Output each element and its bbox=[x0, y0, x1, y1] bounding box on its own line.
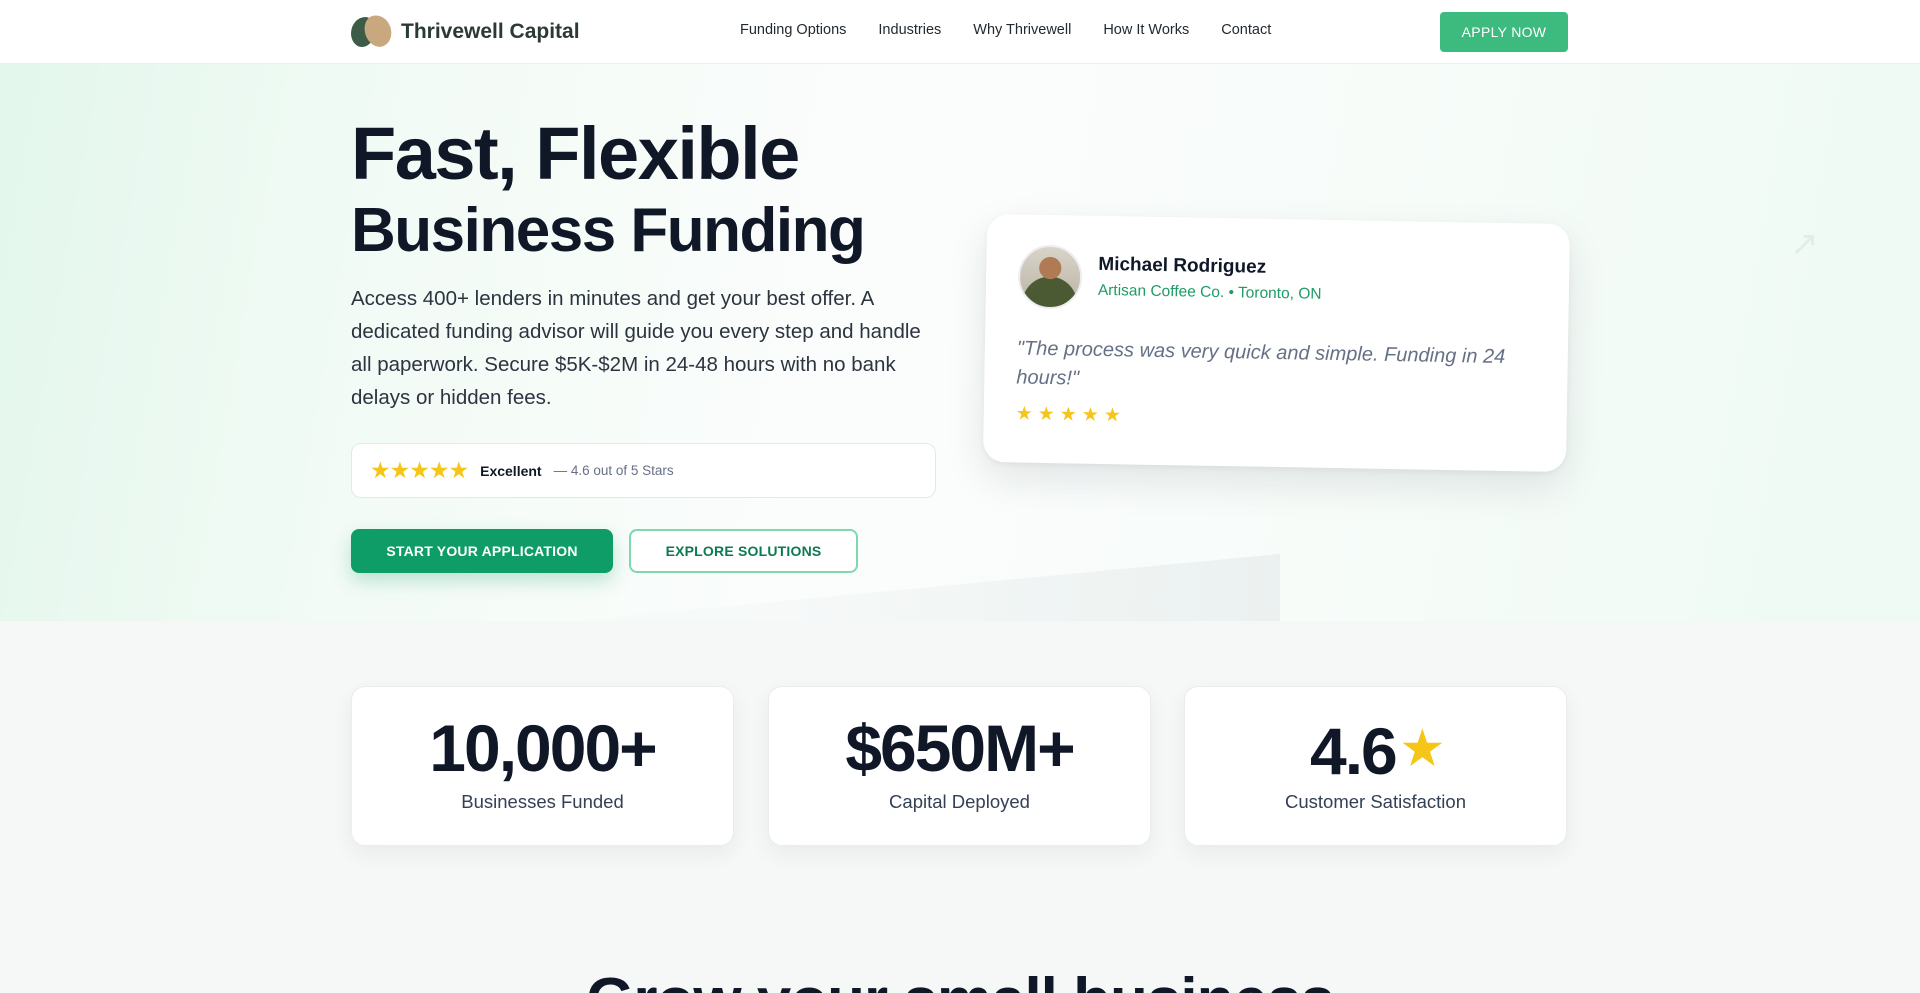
hero-title-line2: Business Funding bbox=[351, 196, 866, 265]
top-navbar: Thrivewell Capital Funding Options Indus… bbox=[0, 0, 1920, 64]
stat-card-businesses: 10,000+ Businesses Funded bbox=[351, 686, 734, 846]
testimonial-stars-icon: ★★★★★ bbox=[1015, 403, 1127, 427]
hero-section: ↗ Fast, Flexible Business Funding Access… bbox=[0, 64, 1920, 621]
stat-value-wrap: 4.6 ★ bbox=[1185, 713, 1566, 786]
rating-score: — 4.6 out of 5 Stars bbox=[553, 463, 674, 478]
stat-label: Customer Satisfaction bbox=[1285, 791, 1466, 812]
section-heading: Grow your small business bbox=[0, 966, 1920, 993]
brand-logo[interactable]: Thrivewell Capital bbox=[351, 11, 580, 51]
stat-label: Capital Deployed bbox=[889, 791, 1030, 812]
rating-summary: ★★★★★ Excellent — 4.6 out of 5 Stars bbox=[351, 443, 936, 498]
hero-title-line1: Fast, Flexible bbox=[351, 112, 800, 195]
start-application-button[interactable]: START YOUR APPLICATION bbox=[351, 529, 613, 573]
nav-link-funding-options[interactable]: Funding Options bbox=[740, 22, 846, 38]
stat-card-capital: $650M+ Capital Deployed bbox=[768, 686, 1151, 846]
avatar bbox=[1017, 244, 1083, 310]
stat-value: 4.6 bbox=[1310, 714, 1398, 788]
stat-label: Businesses Funded bbox=[461, 791, 624, 812]
main-nav: Funding Options Industries Why Thrivewel… bbox=[740, 22, 1271, 38]
leaf-logo-icon bbox=[351, 11, 396, 51]
testimonial-company: Artisan Coffee Co. • Toronto, ON bbox=[1097, 281, 1322, 303]
brand-name: Thrivewell Capital bbox=[401, 20, 580, 43]
rating-label: Excellent bbox=[480, 462, 542, 479]
nav-link-why-thrivewell[interactable]: Why Thrivewell bbox=[973, 22, 1071, 38]
testimonial-name: Michael Rodriguez bbox=[1098, 253, 1267, 278]
nav-link-contact[interactable]: Contact bbox=[1221, 22, 1271, 38]
stat-value: 10,000+ bbox=[429, 711, 657, 785]
hero-description: Access 400+ lenders in minutes and get y… bbox=[351, 287, 921, 409]
trend-arrow-icon: ↗ bbox=[1790, 225, 1819, 263]
nav-link-how-it-works[interactable]: How It Works bbox=[1103, 22, 1189, 38]
star-icon: ★ bbox=[1401, 722, 1443, 774]
stat-card-satisfaction: 4.6 ★ Customer Satisfaction bbox=[1184, 686, 1567, 846]
nav-link-industries[interactable]: Industries bbox=[878, 22, 941, 38]
stat-value: $650M+ bbox=[845, 711, 1075, 785]
explore-solutions-button[interactable]: EXPLORE SOLUTIONS bbox=[629, 529, 858, 573]
rating-stars-icon: ★★★★★ bbox=[370, 457, 469, 483]
testimonial-card: Michael Rodriguez Artisan Coffee Co. • T… bbox=[982, 213, 1571, 473]
apply-now-button[interactable]: APPLY NOW bbox=[1440, 12, 1568, 52]
hero-title: Fast, Flexible Business Funding bbox=[351, 112, 866, 268]
testimonial-quote: "The process was very quick and simple. … bbox=[1016, 337, 1506, 390]
